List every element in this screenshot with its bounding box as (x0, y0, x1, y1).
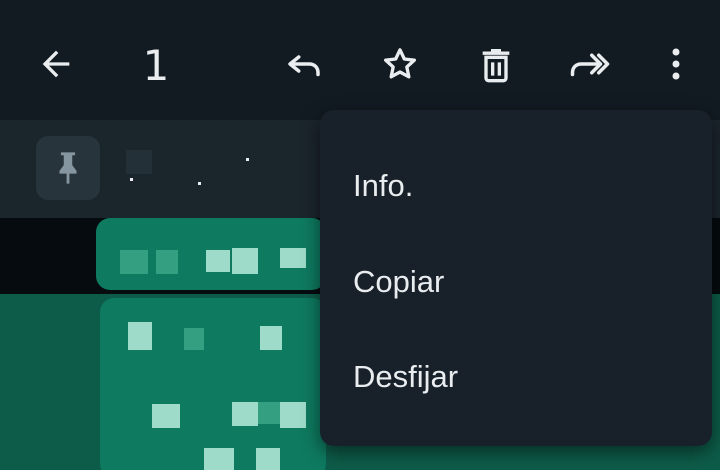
more-options-button[interactable] (648, 32, 704, 96)
forward-button[interactable] (558, 32, 622, 96)
reply-icon (288, 55, 320, 77)
pinned-button[interactable] (36, 136, 100, 200)
forward-icon (570, 53, 610, 77)
selection-toolbar: 1 (0, 0, 720, 120)
star-button[interactable] (368, 32, 432, 96)
back-button[interactable] (24, 32, 88, 96)
overflow-menu: Info. Copiar Desfijar (320, 110, 712, 446)
reply-button[interactable] (272, 32, 336, 96)
selected-count: 1 (142, 41, 170, 90)
image-message[interactable] (100, 298, 326, 470)
pin-icon (59, 152, 77, 184)
menu-item-info[interactable]: Info. (320, 141, 712, 231)
menu-item-unpin[interactable]: Desfijar (320, 332, 712, 422)
pinned-message-preview (126, 150, 249, 185)
delete-icon (482, 49, 510, 83)
delete-button[interactable] (464, 32, 528, 96)
image-message[interactable] (96, 218, 326, 290)
menu-item-copy[interactable]: Copiar (320, 237, 712, 327)
more-vert-icon (672, 48, 680, 80)
back-arrow-icon (42, 50, 70, 78)
star-icon (384, 48, 416, 79)
